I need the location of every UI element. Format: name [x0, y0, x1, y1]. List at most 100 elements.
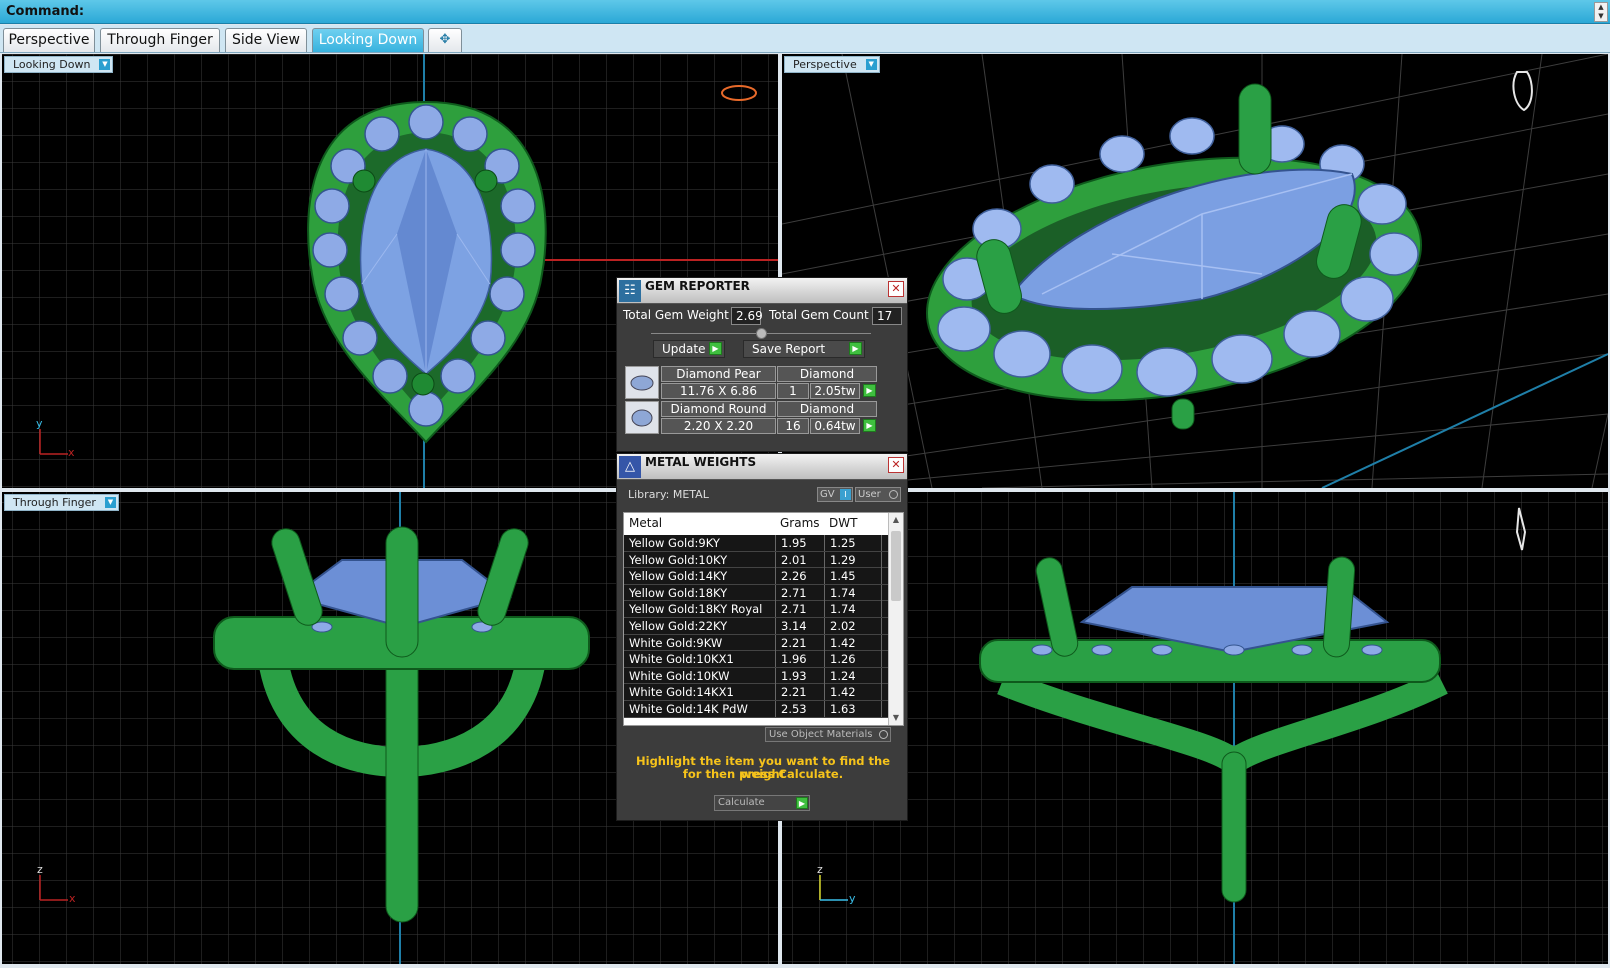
hint-line-2: for then press Calculate.	[682, 767, 844, 781]
metal-dwt: 1.26	[824, 651, 882, 668]
toggle-off-icon	[889, 490, 898, 499]
col-grams[interactable]: Grams	[780, 516, 820, 530]
tab-perspective[interactable]: Perspective	[3, 28, 95, 52]
axis-x-label: x	[68, 446, 75, 459]
gem-count: 1	[777, 383, 809, 399]
metal-row[interactable]: Yellow Gold:18KY 2.71 1.74	[624, 584, 889, 602]
gv-toggle[interactable]: GV I	[817, 487, 853, 502]
update-button[interactable]: Update ▶	[653, 340, 725, 358]
metal-name: Yellow Gold:14KY	[629, 569, 728, 584]
tab-through-finger[interactable]: Through Finger	[100, 28, 220, 52]
col-dwt[interactable]: DWT	[829, 516, 857, 530]
round-gem-icon	[625, 401, 659, 434]
gem-reporter-title: GEM REPORTER	[645, 279, 750, 293]
scroll-up-icon[interactable]: ▲	[889, 513, 903, 527]
metal-dwt: 2.02	[824, 618, 882, 634]
metal-row[interactable]: White Gold:14K PdW 2.53 1.63	[624, 701, 889, 718]
tab-looking-down[interactable]: Looking Down	[312, 28, 424, 52]
metal-row[interactable]: Yellow Gold:10KY 2.01 1.29	[624, 551, 889, 569]
metal-name: Yellow Gold:18KY	[629, 585, 728, 600]
total-gem-weight-label: Total Gem Weight	[623, 308, 729, 322]
gem-size: 11.76 X 6.86	[661, 383, 776, 399]
axis-z-label: z	[817, 863, 823, 876]
metal-grams: 2.21	[775, 684, 824, 701]
close-icon[interactable]: ✕	[888, 457, 904, 473]
chevron-down-icon[interactable]: ▼	[865, 59, 877, 70]
metal-dwt: 1.42	[824, 684, 882, 701]
gem-count: 16	[777, 418, 809, 434]
add-tab-icon[interactable]: ✥	[428, 28, 462, 52]
metal-row[interactable]: White Gold:9KW 2.21 1.42	[624, 634, 889, 652]
metal-row[interactable]: White Gold:14KX1 2.21 1.42	[624, 684, 889, 701]
command-scroll[interactable]: ▲ ▼	[1594, 2, 1608, 22]
gem-name: Diamond Pear	[661, 366, 776, 382]
metal-grams: 2.01	[775, 551, 824, 568]
play-icon[interactable]: ▶	[863, 419, 876, 432]
gem-material: Diamond	[777, 401, 877, 417]
metal-row[interactable]: White Gold:10KW 1.93 1.24	[624, 667, 889, 685]
slider-handle[interactable]	[756, 328, 767, 339]
metal-grams: 2.21	[775, 634, 824, 651]
metal-name: White Gold:10KX1	[629, 652, 734, 667]
gem-weight: 0.64tw	[810, 418, 860, 434]
metal-row[interactable]: White Gold:10KX1 1.96 1.26	[624, 651, 889, 668]
play-icon[interactable]: ▶	[863, 384, 876, 397]
axis-y-label: y	[849, 892, 856, 905]
command-bar[interactable]: Command: ▲ ▼	[0, 0, 1610, 24]
metal-name: Yellow Gold:22KY	[629, 619, 728, 633]
gem-reporter-panel: ☷ GEM REPORTER ✕ Total Gem Weight 2.69 T…	[616, 277, 908, 452]
gem-reporter-icon: ☷	[619, 280, 641, 302]
total-gem-count-label: Total Gem Count	[769, 308, 869, 322]
metal-grams: 2.26	[775, 568, 824, 585]
metal-row[interactable]: Yellow Gold:9KY 1.95 1.25	[624, 535, 889, 552]
gem-name: Diamond Round	[661, 401, 776, 417]
metal-grams: 1.95	[775, 535, 824, 551]
chevron-down-icon[interactable]: ▼	[99, 59, 111, 70]
col-metal[interactable]: Metal	[629, 516, 662, 530]
toggle-off-icon	[879, 730, 888, 739]
metal-table-scrollbar[interactable]: ▲ ▼	[888, 513, 903, 725]
user-toggle[interactable]: User	[855, 487, 901, 502]
metal-name: White Gold:14KX1	[629, 685, 734, 700]
metal-grams: 2.71	[775, 584, 824, 601]
metal-grams: 1.96	[775, 651, 824, 668]
command-label: Command:	[6, 4, 85, 19]
scroll-down-icon[interactable]: ▼	[889, 711, 903, 725]
gem-reporter-titlebar[interactable]: ☷ GEM REPORTER ✕	[617, 278, 907, 304]
metal-row[interactable]: Yellow Gold:14KY 2.26 1.45	[624, 568, 889, 585]
metal-table: Metal Grams DWT Yellow Gold:9KY 1.95 1.25 Y…	[623, 512, 904, 726]
axis-y-label: y	[36, 417, 43, 430]
metal-row[interactable]: Yellow Gold:22KY 3.14 2.02	[624, 618, 889, 635]
calculate-button[interactable]: Calculate ▶	[714, 795, 810, 811]
use-object-materials-toggle[interactable]: Use Object Materials	[765, 727, 891, 742]
metal-dwt: 1.74	[824, 584, 882, 601]
metal-dwt: 1.63	[824, 701, 882, 717]
save-report-button[interactable]: Save Report ▶	[743, 340, 865, 358]
metal-name: Yellow Gold:18KY Royal	[629, 602, 763, 617]
gem-material: Diamond	[777, 366, 877, 382]
play-icon: ▶	[796, 797, 808, 809]
axis-z-label: z	[37, 863, 43, 876]
metal-name: Yellow Gold:10KY	[629, 552, 728, 567]
metal-dwt: 1.25	[824, 535, 882, 551]
scroll-thumb[interactable]	[891, 531, 901, 601]
play-icon: ▶	[709, 342, 722, 355]
metal-row[interactable]: Yellow Gold:18KY Royal 2.71 1.74	[624, 601, 889, 618]
viewport-label-looking-down[interactable]: Looking Down ▼	[4, 56, 114, 73]
chevron-down-icon[interactable]: ▼	[104, 497, 116, 508]
metal-name: Yellow Gold:9KY	[629, 536, 720, 550]
viewport-label-perspective[interactable]: Perspective ▼	[784, 56, 880, 73]
metal-weights-panel: △ METAL WEIGHTS ✕ Library: METAL GV I Us…	[616, 453, 908, 821]
viewport-label-through-finger[interactable]: Through Finger ▼	[4, 494, 119, 511]
metal-grams: 1.93	[775, 667, 824, 684]
metal-weights-titlebar[interactable]: △ METAL WEIGHTS ✕	[617, 454, 907, 480]
close-icon[interactable]: ✕	[888, 281, 904, 297]
metal-dwt: 1.74	[824, 601, 882, 618]
gem-row[interactable]: Diamond Pear Diamond 11.76 X 6.86 1 2.05…	[625, 366, 900, 399]
metal-grams: 2.53	[775, 701, 824, 717]
gem-row[interactable]: Diamond Round Diamond 2.20 X 2.20 16 0.6…	[625, 401, 900, 434]
gem-weight: 2.05tw	[810, 383, 860, 399]
metal-grams: 2.71	[775, 601, 824, 618]
tab-side-view[interactable]: Side View	[225, 28, 307, 52]
metal-name: White Gold:9KW	[629, 635, 723, 650]
